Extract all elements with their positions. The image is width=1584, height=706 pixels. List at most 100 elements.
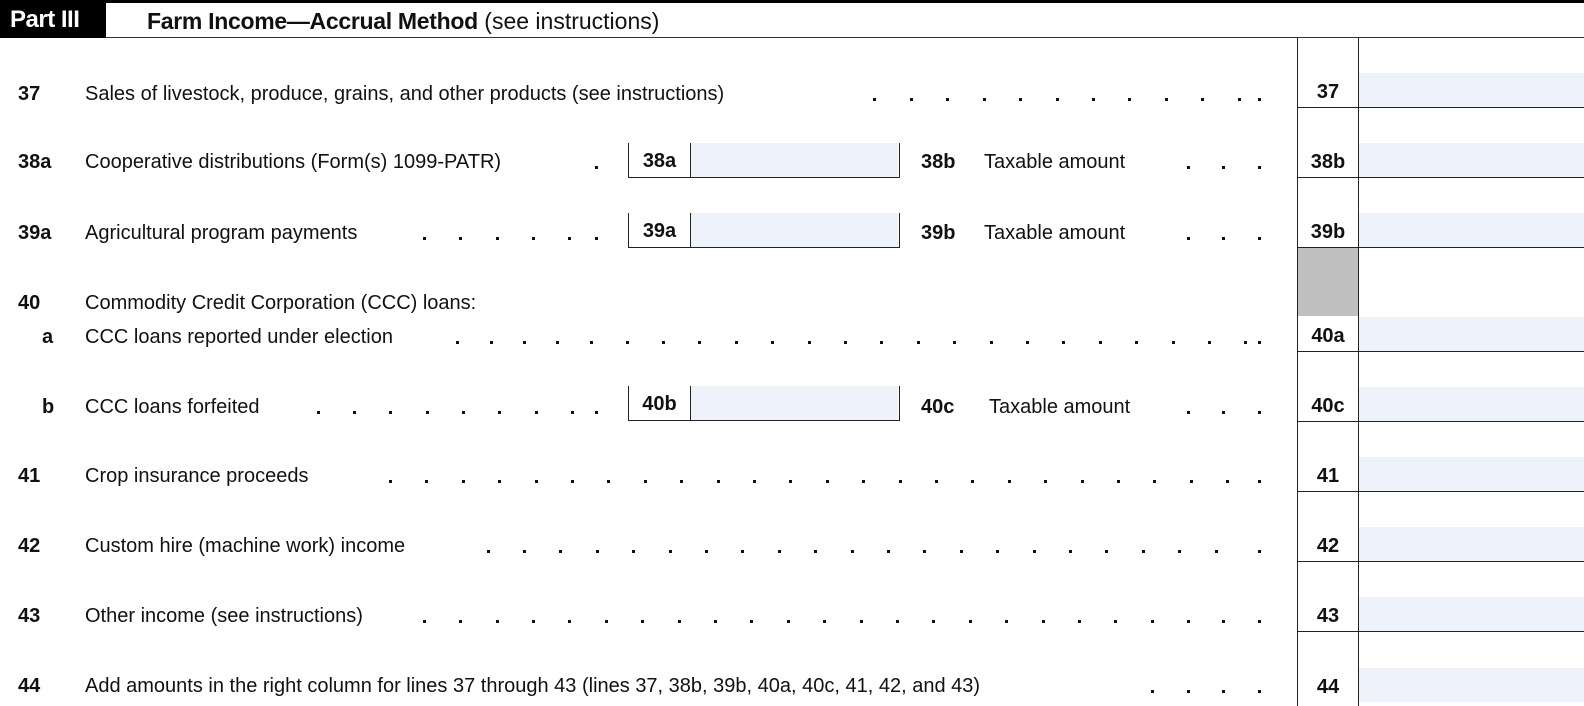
- leader-dot: [899, 480, 902, 483]
- leader-dot: [605, 620, 608, 623]
- leader-dot: [910, 98, 913, 101]
- leader-dot: [1008, 480, 1011, 483]
- line-40b-inline-box: 40b: [628, 386, 900, 421]
- line-38a-amount-input[interactable]: [691, 143, 898, 177]
- line-42-amount-input[interactable]: [1359, 527, 1584, 561]
- leader-dot: [571, 480, 574, 483]
- leader-dot: [1005, 620, 1008, 623]
- leader-dot: [490, 341, 493, 344]
- leader-dot: [1215, 550, 1218, 553]
- line-40b-amount-input[interactable]: [691, 386, 898, 420]
- leader-dot: [787, 620, 790, 623]
- leader-dot: [532, 237, 535, 240]
- line-40a-amount-cell: [1359, 248, 1584, 352]
- line-38a-inline-box: 38a: [628, 143, 900, 178]
- leader-dot: [851, 550, 854, 553]
- line-37-amount-cell: [1359, 38, 1584, 108]
- leader-dot: [423, 620, 426, 623]
- leader-dot: [532, 620, 535, 623]
- leader-dot: [568, 237, 571, 240]
- sub-line-label: Taxable amount: [984, 151, 1126, 173]
- leader-dot: [389, 480, 392, 483]
- leader-dot: [1092, 98, 1095, 101]
- line-39a-inline-box: 39a: [628, 213, 900, 248]
- leader-dot: [983, 98, 986, 101]
- leader-dot: [496, 237, 499, 240]
- leader-dot: [1258, 237, 1261, 240]
- sub-line-label: Taxable amount: [984, 222, 1126, 244]
- leader-dot: [1033, 550, 1036, 553]
- leader-dot: [626, 341, 629, 344]
- leader-dot: [389, 411, 392, 414]
- leader-dot: [425, 480, 428, 483]
- leader-dot: [1078, 620, 1081, 623]
- line-41-amount-cell: [1359, 422, 1584, 492]
- line-40c-amount-input[interactable]: [1359, 387, 1584, 421]
- line-44-amount-input[interactable]: [1359, 668, 1584, 702]
- inline-box-label: 40b: [629, 386, 691, 420]
- line-41-amount-input[interactable]: [1359, 457, 1584, 491]
- line-40a-amount-input[interactable]: [1359, 317, 1584, 351]
- leader-dot: [714, 620, 717, 623]
- leader-dot: [487, 550, 490, 553]
- line-39a-amount-input[interactable]: [691, 213, 898, 247]
- line-number: 40: [18, 292, 41, 314]
- leader-dot: [678, 620, 681, 623]
- part-title-bold: Farm Income—Accrual Method: [147, 8, 478, 34]
- leader-dot: [1081, 480, 1084, 483]
- sub-line-number: 38b: [921, 151, 956, 173]
- line-38b-amount-cell: [1359, 108, 1584, 178]
- leader-dot: [595, 411, 598, 414]
- leader-dot: [1142, 550, 1145, 553]
- line-label: Cooperative distributions (Form(s) 1099-…: [85, 151, 502, 173]
- line-43-box-label: 43: [1297, 562, 1359, 632]
- line-40c-amount-cell: [1359, 352, 1584, 422]
- leader-dot: [1019, 98, 1022, 101]
- line-label: Add amounts in the right column for line…: [85, 675, 981, 697]
- line-label: CCC loans reported under election: [85, 326, 393, 348]
- leader-dot: [873, 98, 876, 101]
- leader-dot: [568, 620, 571, 623]
- line-label: CCC loans forfeited: [85, 396, 260, 418]
- leader-dot: [1151, 690, 1154, 693]
- leader-dot: [496, 620, 499, 623]
- leader-dot: [1258, 341, 1261, 344]
- part-badge: Part III: [0, 3, 106, 38]
- leader-dot: [1099, 341, 1102, 344]
- leader-dot: [456, 341, 459, 344]
- line-number: 39a: [18, 222, 52, 244]
- leader-dot: [1105, 550, 1108, 553]
- leader-dot: [1069, 550, 1072, 553]
- leader-dot: [969, 620, 972, 623]
- leader-dot: [996, 550, 999, 553]
- leader-dot: [860, 620, 863, 623]
- line-38b-box-label: 38b: [1297, 108, 1359, 178]
- line-number: a: [42, 326, 54, 348]
- line-number: 41: [18, 465, 41, 487]
- leader-dot: [1172, 341, 1175, 344]
- line-42-amount-cell: [1359, 492, 1584, 562]
- line-label: Commodity Credit Corporation (CCC) loans…: [85, 292, 477, 314]
- line-43-amount-input[interactable]: [1359, 597, 1584, 631]
- leader-dot: [753, 480, 756, 483]
- leader-dot: [641, 620, 644, 623]
- line-39b-amount-input[interactable]: [1359, 213, 1584, 247]
- leader-dot: [1165, 98, 1168, 101]
- leader-dot: [559, 550, 562, 553]
- leader-dot: [1117, 480, 1120, 483]
- line-37-amount-input[interactable]: [1359, 73, 1584, 107]
- leader-dot: [1178, 550, 1181, 553]
- leader-dot: [1222, 690, 1225, 693]
- sub-line-number: 40c: [921, 396, 955, 418]
- line-number: b: [42, 396, 55, 418]
- leader-dot: [1258, 166, 1261, 169]
- line-label: Custom hire (machine work) income: [85, 535, 406, 557]
- leader-dot: [680, 480, 683, 483]
- line-number: 38a: [18, 151, 52, 173]
- line-38b-amount-input[interactable]: [1359, 143, 1584, 177]
- leader-dot: [1187, 690, 1190, 693]
- leader-dot: [571, 411, 574, 414]
- leader-dot: [535, 411, 538, 414]
- leader-dot: [1222, 166, 1225, 169]
- leader-dot: [607, 480, 610, 483]
